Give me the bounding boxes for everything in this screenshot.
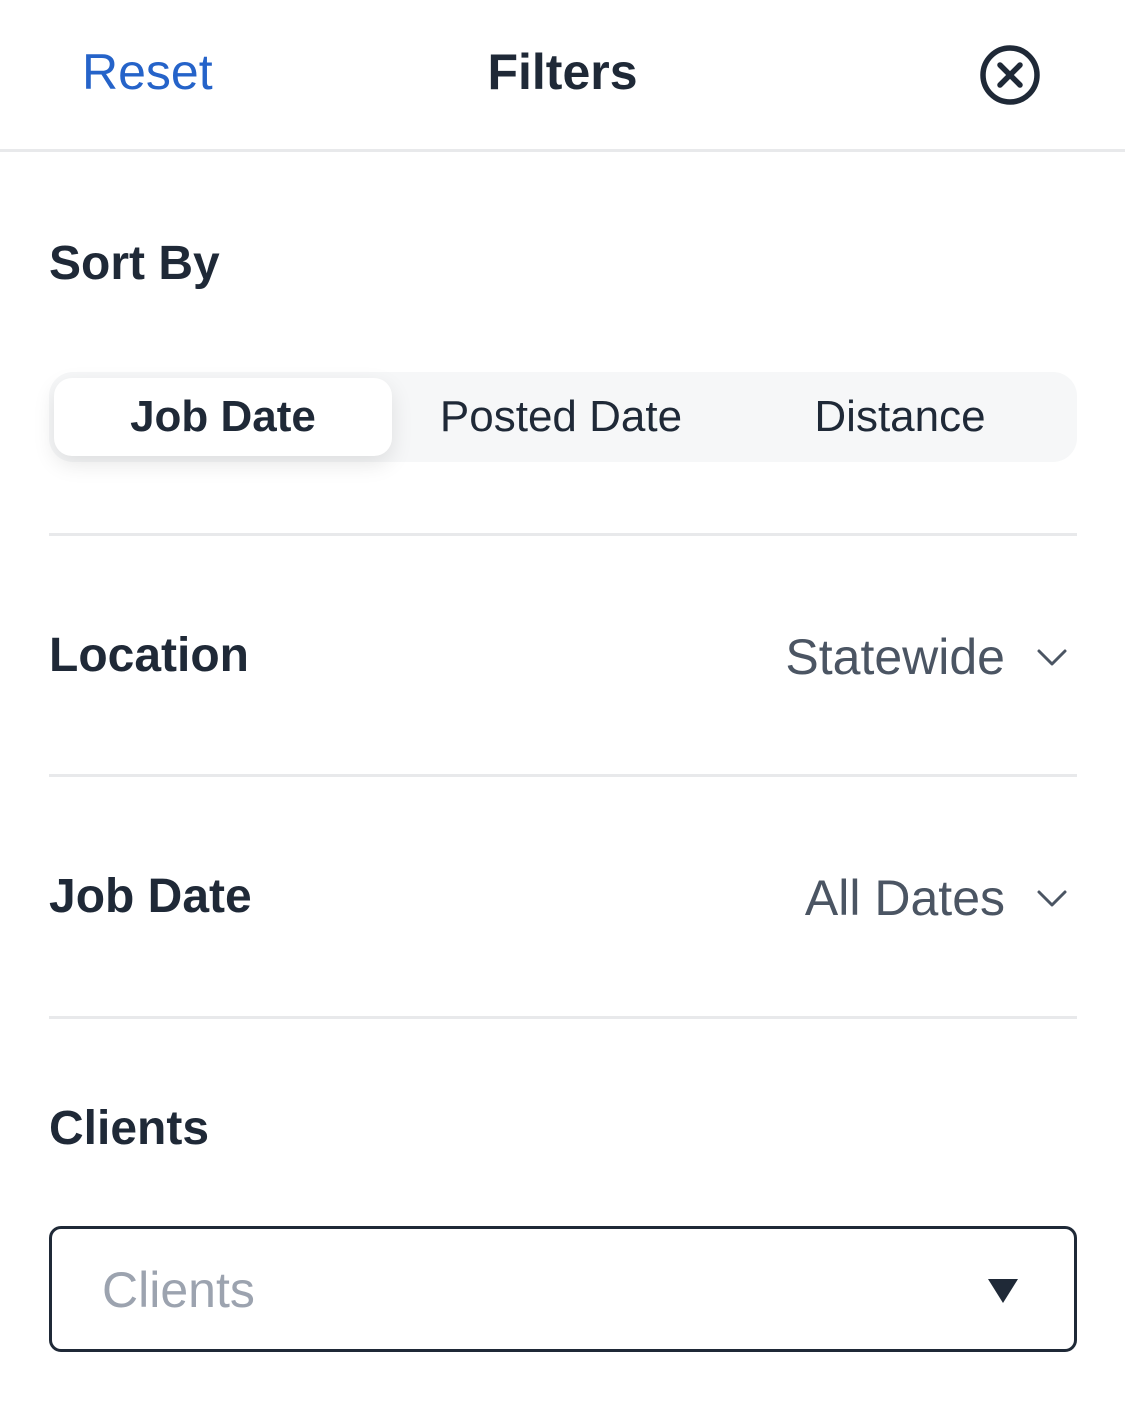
caret-down-icon: [988, 1279, 1018, 1303]
sort-option-posted-date[interactable]: Posted Date: [392, 378, 730, 456]
sort-option-job-date[interactable]: Job Date: [54, 378, 392, 456]
location-dropdown[interactable]: Statewide: [785, 629, 1005, 685]
chevron-down-icon[interactable]: [1036, 648, 1068, 668]
job-date-dropdown[interactable]: All Dates: [805, 870, 1005, 926]
location-label: Location: [49, 629, 249, 682]
clients-label: Clients: [49, 1102, 210, 1155]
close-button[interactable]: [978, 43, 1042, 107]
divider: [49, 1016, 1077, 1019]
sort-by-label: Sort By: [49, 237, 220, 290]
chevron-down-icon[interactable]: [1036, 889, 1068, 909]
sort-option-distance[interactable]: Distance: [730, 378, 1070, 456]
filters-header: Reset Filters: [0, 0, 1125, 152]
divider: [49, 533, 1077, 536]
sort-by-segmented-control: Job Date Posted Date Distance: [49, 372, 1077, 462]
divider: [49, 774, 1077, 777]
close-circle-icon: [980, 45, 1040, 105]
page-title: Filters: [487, 44, 638, 100]
job-date-label: Job Date: [49, 870, 252, 923]
clients-placeholder: Clients: [102, 1262, 255, 1318]
clients-select[interactable]: Clients: [49, 1226, 1077, 1352]
